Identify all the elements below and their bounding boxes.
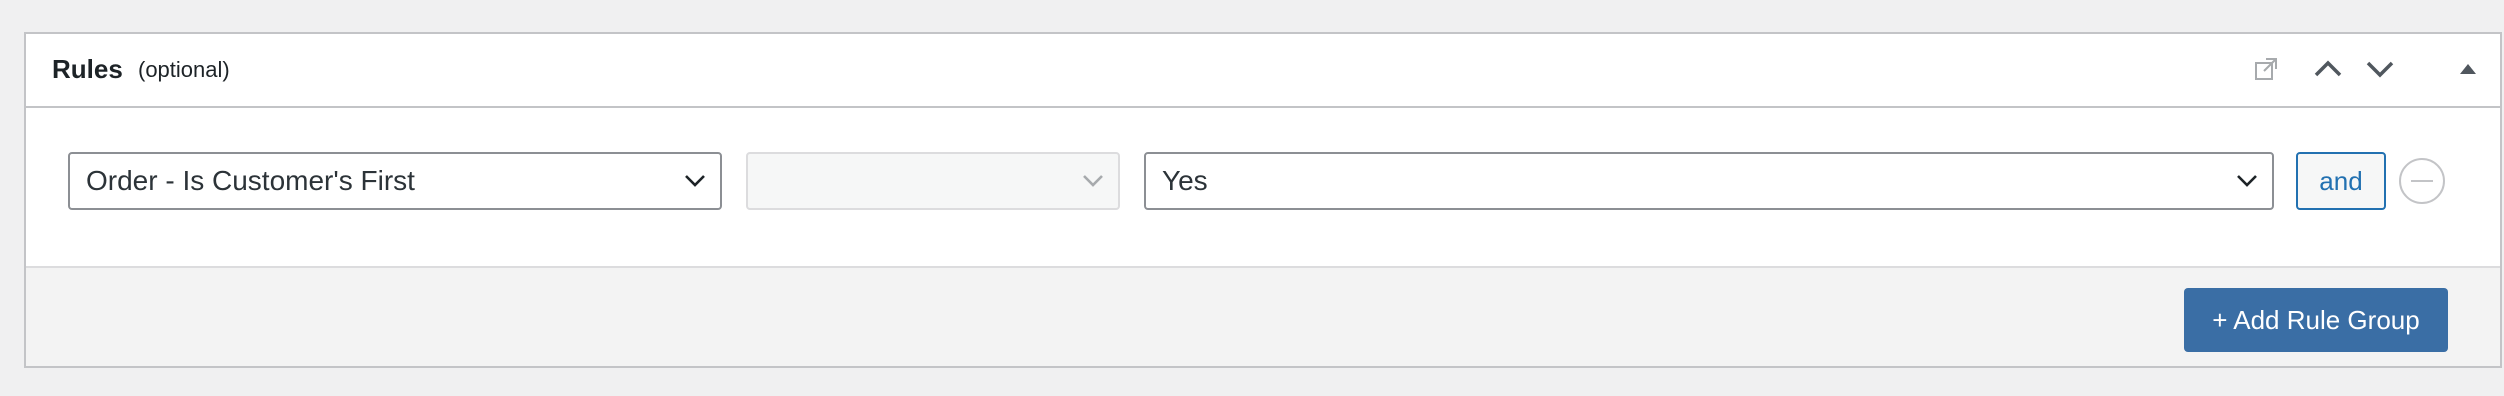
rule-operator-select[interactable] — [746, 152, 1120, 210]
external-link-icon[interactable] — [2248, 51, 2284, 87]
rule-field-select[interactable]: Order - Is Customer's First — [68, 152, 722, 210]
chevron-down-icon — [1083, 175, 1103, 187]
chevron-up-icon[interactable] — [2310, 51, 2346, 87]
minus-circle-icon[interactable] — [2399, 158, 2445, 204]
rule-field-value: Order - Is Customer's First — [86, 165, 415, 196]
chevron-down-icon — [685, 175, 705, 187]
add-rule-group-button[interactable]: + Add Rule Group — [2184, 288, 2448, 352]
rule-value-select[interactable]: Yes — [1144, 152, 2274, 210]
panel-header: Rules (optional) — [26, 34, 2500, 108]
panel-title: Rules — [52, 54, 123, 84]
rules-panel: Rules (optional) Order - Is Customer's F… — [24, 32, 2502, 368]
rule-row: Order - Is Customer's First Yes and — [26, 108, 2500, 268]
and-button[interactable]: and — [2296, 152, 2386, 210]
panel-footer: + Add Rule Group — [26, 268, 2500, 366]
collapse-triangle-icon[interactable] — [2450, 51, 2486, 87]
rule-value-value: Yes — [1162, 165, 1208, 196]
panel-subtitle: (optional) — [138, 57, 230, 82]
chevron-down-icon — [2237, 175, 2257, 187]
chevron-down-icon[interactable] — [2362, 51, 2398, 87]
